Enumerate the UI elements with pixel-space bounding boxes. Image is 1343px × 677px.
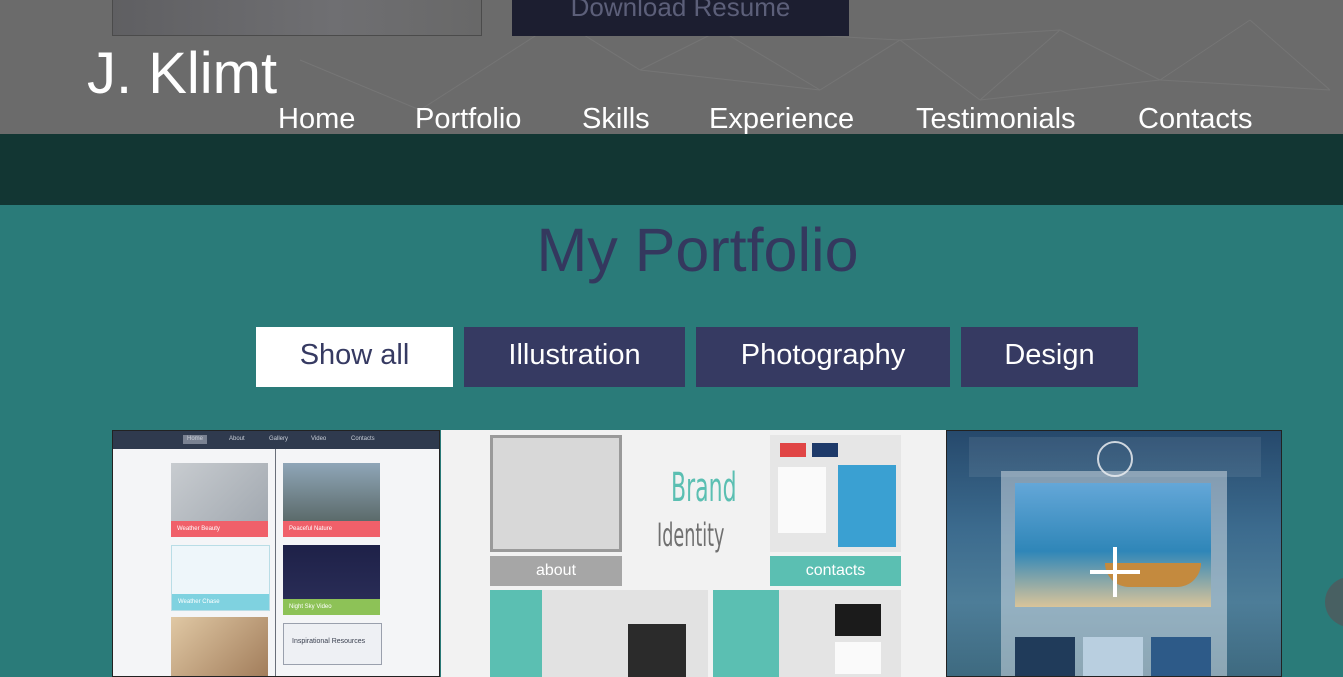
nav-home[interactable]: Home xyxy=(278,102,355,134)
mockup-card-label: Weather Beauty xyxy=(171,521,268,537)
card-blue xyxy=(812,443,838,457)
mockup-card-label: Weather Chase xyxy=(172,594,269,610)
contacts-panel: contacts xyxy=(770,556,901,586)
card-red xyxy=(780,443,806,457)
nav-contacts[interactable]: Contacts xyxy=(1138,102,1252,134)
scroll-circle-button[interactable] xyxy=(1325,577,1343,627)
black-card xyxy=(835,604,881,636)
dark-band xyxy=(0,134,1343,205)
filter-show-all[interactable]: Show all xyxy=(256,327,453,387)
brand-subtitle: Identity xyxy=(657,516,725,554)
filter-photography[interactable]: Photography xyxy=(696,327,950,387)
portfolio-item-brand-identity[interactable]: about Brand Identity contacts xyxy=(441,430,946,677)
destination-thumb xyxy=(1151,637,1211,676)
mockup-nav-item: Contacts xyxy=(351,436,375,442)
mockup-divider xyxy=(275,449,276,676)
mockup-nav-item: About xyxy=(229,436,245,442)
portfolio-item-web-mockup[interactable]: Home About Gallery Video Contacts Weathe… xyxy=(112,430,440,677)
about-panel: about xyxy=(490,556,622,586)
mockup-card: Weather Chase xyxy=(171,545,270,611)
brand-title: Brand xyxy=(671,465,737,511)
site-logo[interactable]: J. Klimt xyxy=(87,42,277,106)
mockup-nav-item: Gallery xyxy=(269,436,289,442)
contacts-label: contacts xyxy=(805,562,866,579)
about-label: about xyxy=(535,562,577,579)
destination-thumb xyxy=(1083,637,1143,676)
mockup-card: Weather Beauty xyxy=(171,463,268,537)
nav-testimonials[interactable]: Testimonials xyxy=(916,102,1076,134)
mockup-photo xyxy=(171,617,268,676)
stationery-mockup xyxy=(490,435,622,552)
filter-illustration[interactable]: Illustration xyxy=(464,327,685,387)
nav-portfolio[interactable]: Portfolio xyxy=(415,102,521,134)
cards-mockup xyxy=(779,590,901,677)
mockup-card-label: Night Sky Video xyxy=(283,599,380,615)
nav-skills[interactable]: Skills xyxy=(582,102,650,134)
filter-design[interactable]: Design xyxy=(961,327,1138,387)
profile-photo xyxy=(112,0,482,36)
mockup-card-label: Peaceful Nature xyxy=(283,521,380,537)
mockup-nav-item: Video xyxy=(311,436,327,442)
teal-block xyxy=(713,590,779,677)
mockup-card: Peaceful Nature xyxy=(283,463,380,537)
folder-mockup xyxy=(838,465,896,547)
mockup-nav: Home About Gallery Video Contacts xyxy=(113,431,439,449)
mockup-card: Inspirational Resources xyxy=(283,623,382,665)
notebook-mockup xyxy=(542,590,708,677)
portfolio-title: My Portfolio xyxy=(536,216,859,284)
teal-block xyxy=(490,590,542,677)
notebook xyxy=(628,624,686,677)
destination-thumb xyxy=(1015,637,1075,676)
mockup-card-label: Inspirational Resources xyxy=(292,638,366,645)
mockup-card: Night Sky Video xyxy=(283,545,380,615)
business-cards-mockup xyxy=(770,435,901,552)
white-card xyxy=(835,642,881,674)
download-resume-button[interactable]: Download Resume xyxy=(512,0,849,36)
hero-header: Download Resume J. Klimt Home Portfolio … xyxy=(0,0,1343,134)
nav-experience[interactable]: Experience xyxy=(709,102,854,134)
mockup-nav-item: Home xyxy=(183,435,208,444)
letterhead xyxy=(778,467,826,533)
plus-icon[interactable] xyxy=(1090,547,1140,597)
